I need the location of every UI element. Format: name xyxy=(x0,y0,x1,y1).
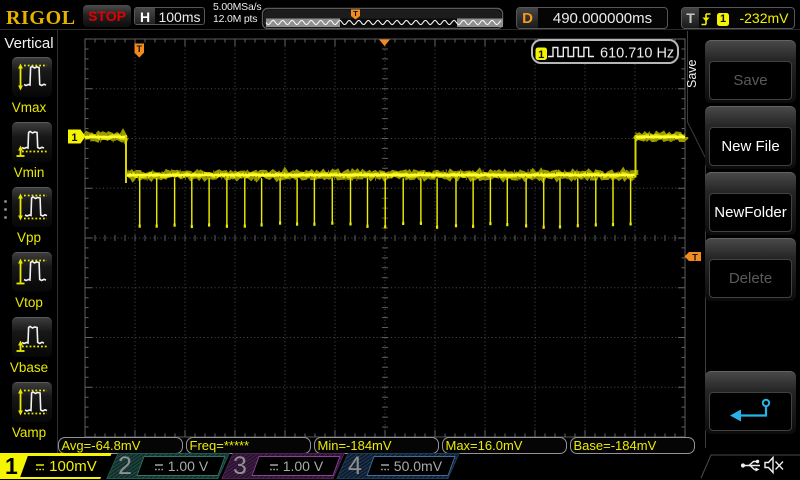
svg-text:1: 1 xyxy=(538,49,544,61)
svg-text:T: T xyxy=(136,44,142,54)
svg-text:1: 1 xyxy=(71,132,77,144)
svg-text:610.710 Hz: 610.710 Hz xyxy=(600,46,674,62)
